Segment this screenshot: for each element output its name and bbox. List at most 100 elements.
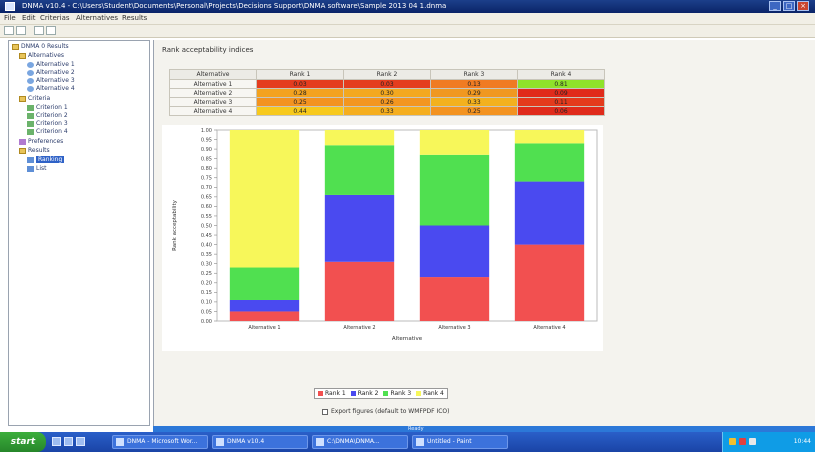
task-button-2[interactable]: DNMA v10.4 <box>212 435 308 449</box>
security-icon[interactable] <box>739 438 746 445</box>
tree-preferences[interactable]: Preferences <box>19 138 63 145</box>
table-header-rank-2[interactable]: Rank 2 <box>343 69 431 80</box>
table-header-rank-3[interactable]: Rank 3 <box>430 69 518 80</box>
folder-icon <box>19 147 26 154</box>
tree-alternative-1[interactable]: Alternative 1 <box>27 61 75 68</box>
tree-alternative-4[interactable]: Alternative 4 <box>27 85 75 92</box>
legend-swatch <box>350 391 356 396</box>
menu-file[interactable]: File <box>4 14 16 22</box>
menu-criterias[interactable]: Criterias <box>40 14 70 22</box>
show-desktop-icon[interactable] <box>52 437 61 446</box>
menu-edit[interactable]: Edit <box>22 14 36 22</box>
tree-alternatives[interactable]: Alternatives <box>19 52 64 59</box>
table-cell: 0.03 <box>343 79 431 89</box>
preferences-icon <box>19 138 26 145</box>
new-icon[interactable] <box>4 26 14 35</box>
table-cell: 0.26 <box>343 97 431 107</box>
close-button[interactable]: × <box>797 1 809 11</box>
bar-segment <box>229 130 300 268</box>
y-tick-label: 0.25 <box>201 271 212 277</box>
table-cell: 0.25 <box>256 97 344 107</box>
taskbar: start DNMA - Microsoft Wor... DNMA v10.4… <box>0 432 815 452</box>
legend-swatch <box>318 391 323 396</box>
table-cell: 0.25 <box>430 106 518 116</box>
y-tick-label: 0.90 <box>201 147 212 153</box>
browser-icon[interactable] <box>64 437 73 446</box>
stacked-bar-chart: 0.00 0.05 0.10 0.15 0.20 0.25 0.30 0.35 0.40 0.45… <box>162 125 603 351</box>
y-tick-label: 0.75 <box>201 176 212 182</box>
criterion-icon <box>27 128 34 135</box>
table-cell: 0.09 <box>517 88 605 98</box>
tree-results[interactable]: Results <box>19 147 50 154</box>
bar-segment <box>324 194 395 262</box>
tree-root[interactable]: DNMA 0 Results <box>12 43 69 50</box>
tree-result-ranking[interactable]: Ranking <box>27 156 65 163</box>
tree-criterion-1[interactable]: Criterion 1 <box>27 104 68 111</box>
window-title: DNMA v10.4 - C:\Users\Student\Documents\… <box>22 2 447 10</box>
table-header-rank-4[interactable]: Rank 4 <box>517 69 605 80</box>
y-axis-label: Rank acceptability <box>172 199 178 251</box>
y-tick-label: 0.70 <box>201 185 212 191</box>
table-header-rank-1[interactable]: Rank 1 <box>256 69 344 80</box>
table-cell: 0.13 <box>430 79 518 89</box>
tree-alternative-3[interactable]: Alternative 3 <box>27 77 75 84</box>
table-cell: 0.06 <box>517 106 605 116</box>
y-tick-label: 0.50 <box>201 223 212 229</box>
start-button[interactable]: start <box>0 432 46 452</box>
y-tick-label: 0.05 <box>201 309 212 315</box>
table-cell: 0.33 <box>430 97 518 107</box>
tree-criterion-3[interactable]: Criterion 3 <box>27 120 68 127</box>
y-tick-label: 0.95 <box>201 137 212 143</box>
toolbar <box>0 25 815 38</box>
panel-title: Rank acceptability indices <box>162 46 254 54</box>
settings-icon[interactable] <box>46 26 56 35</box>
table-row-header: Alternative 4 <box>169 106 257 116</box>
task-button-1[interactable]: DNMA - Microsoft Wor... <box>112 435 208 449</box>
criterion-icon <box>27 120 34 127</box>
tree-criterion-2[interactable]: Criterion 2 <box>27 112 68 119</box>
tree-criterion-4[interactable]: Criterion 4 <box>27 128 68 135</box>
chart-icon <box>27 156 34 163</box>
save-icon[interactable] <box>34 26 44 35</box>
tree-alternative-2[interactable]: Alternative 2 <box>27 69 75 76</box>
y-tick-label: 1.00 <box>201 128 212 134</box>
folder-icon <box>19 52 26 59</box>
bar-segment <box>514 181 585 245</box>
bar-segment <box>229 299 300 312</box>
export-option[interactable]: Export figures (default to WMFPDF ICO) <box>322 408 449 415</box>
legend-swatch <box>416 391 422 396</box>
media-icon[interactable] <box>76 437 85 446</box>
tree-result-list[interactable]: List <box>27 165 47 172</box>
window-title-bar[interactable]: DNMA v10.4 - C:\Users\Student\Documents\… <box>0 0 815 13</box>
network-icon[interactable] <box>729 438 736 445</box>
export-checkbox[interactable] <box>322 408 328 415</box>
y-tick-label: 0.40 <box>201 242 212 248</box>
tree-criteria[interactable]: Criteria <box>19 95 50 102</box>
alternative-icon <box>27 85 34 92</box>
bar-segment <box>419 154 490 226</box>
alternative-icon <box>27 69 34 76</box>
open-icon[interactable] <box>16 26 26 35</box>
maximize-button[interactable]: □ <box>783 1 795 11</box>
table-row: Alternative 2 0.28 0.30 0.29 0.09 <box>169 88 605 98</box>
y-tick-label: 0.20 <box>201 281 212 287</box>
results-panel: Rank acceptability indices Alternative R… <box>153 40 815 426</box>
table-body: Alternative 1 0.03 0.03 0.13 0.81 Alternative… <box>169 79 605 116</box>
task-button-4[interactable]: Untitled - Paint <box>412 435 508 449</box>
minimize-button[interactable]: _ <box>769 1 781 11</box>
x-tick-label: Alternative 4 <box>533 325 565 331</box>
bar-segment <box>229 311 300 321</box>
export-checkbox-label: Export figures (default to WMFPDF ICO) <box>331 408 450 415</box>
legend-item: Rank 4 <box>416 390 444 397</box>
task-button-3[interactable]: C:\DNMA\DNMA... <box>312 435 408 449</box>
menu-alternatives[interactable]: Alternatives <box>76 14 118 22</box>
y-tick-label: 0.85 <box>201 156 212 162</box>
x-axis-label: Alternative <box>392 336 423 342</box>
table-corner-header: Alternative <box>169 69 257 80</box>
bar-segment <box>514 143 585 182</box>
table-row: Alternative 1 0.03 0.03 0.13 0.81 <box>169 79 605 89</box>
table-cell: 0.28 <box>256 88 344 98</box>
y-tick-label: 0.65 <box>201 195 212 201</box>
volume-icon[interactable] <box>749 438 756 445</box>
menu-results[interactable]: Results <box>122 14 147 22</box>
